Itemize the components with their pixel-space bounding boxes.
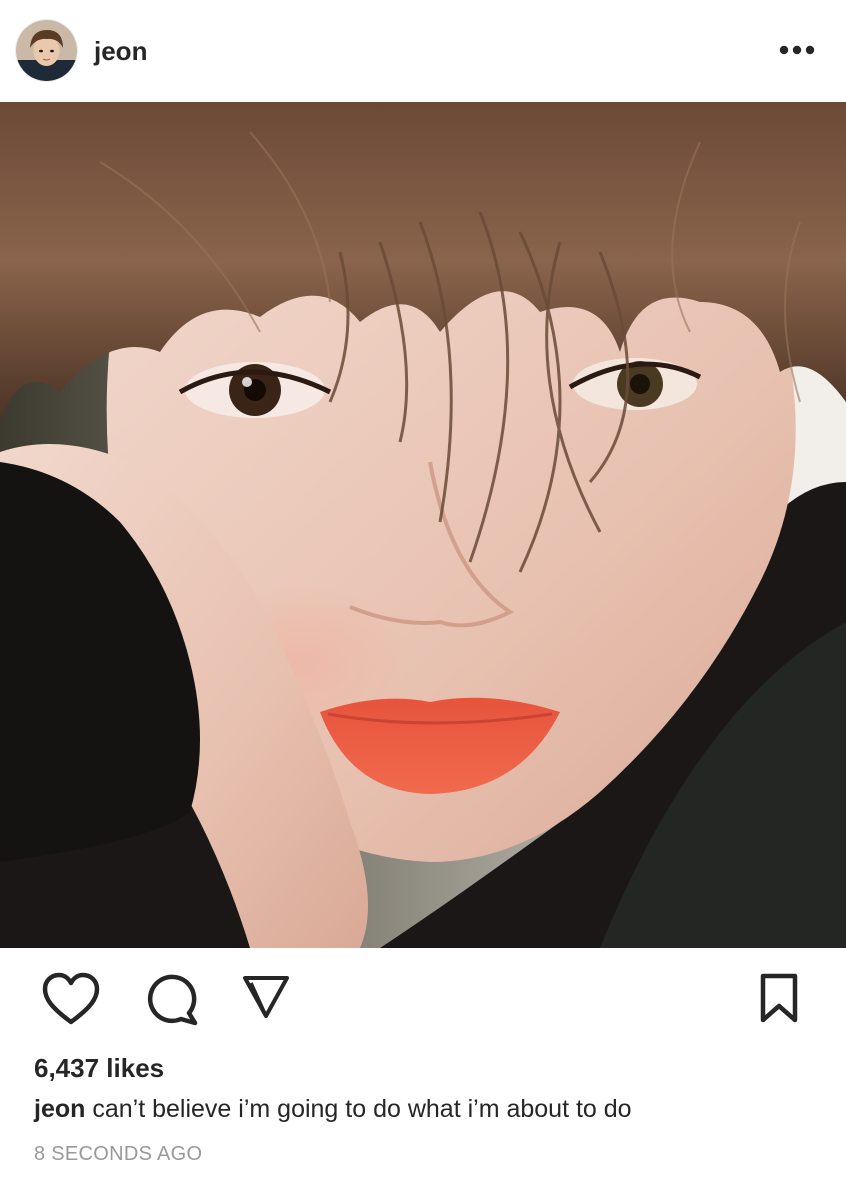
instagram-post: jeon 6,437 likes jeon can’t believe i’m … <box>0 0 846 1200</box>
bookmark-icon <box>752 973 806 1030</box>
caption: jeon can’t believe i’m going to do what … <box>34 1094 632 1124</box>
post-username[interactable]: jeon <box>94 36 147 66</box>
post-header: jeon <box>0 0 846 102</box>
paper-plane-icon <box>238 976 294 1030</box>
heart-icon <box>40 972 102 1032</box>
more-options-icon <box>779 42 815 60</box>
likes-count[interactable]: 6,437 likes <box>34 1053 164 1083</box>
comment-bubble-icon <box>142 974 204 1032</box>
more-options-button[interactable] <box>772 36 822 66</box>
action-bar <box>0 948 846 1048</box>
post-timestamp: 8 SECONDS AGO <box>34 1143 203 1165</box>
comment-button[interactable] <box>142 970 204 1028</box>
post-photo[interactable] <box>0 102 846 948</box>
caption-text: can’t believe i’m going to do what i’m a… <box>92 1095 632 1123</box>
share-button[interactable] <box>238 970 294 1026</box>
save-button[interactable] <box>752 970 806 1026</box>
like-button[interactable] <box>40 970 102 1028</box>
avatar[interactable] <box>16 20 77 81</box>
caption-username[interactable]: jeon <box>34 1095 85 1123</box>
